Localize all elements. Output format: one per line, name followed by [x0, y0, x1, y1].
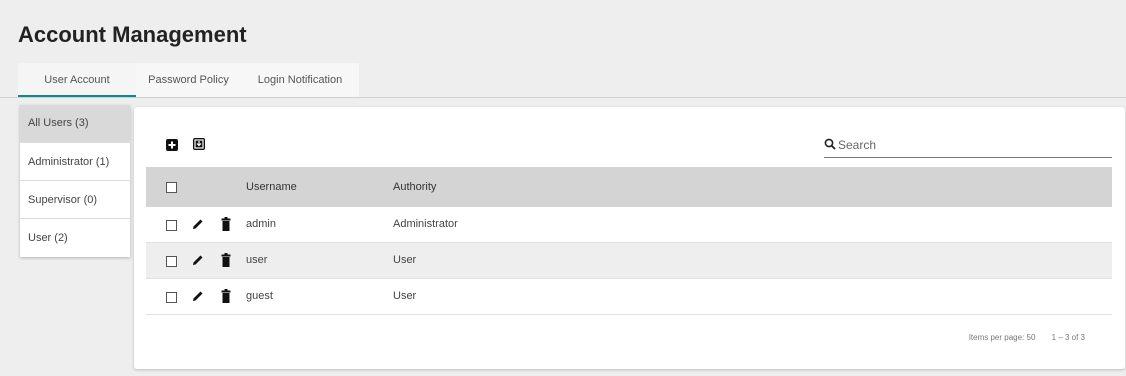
delete-icon[interactable]	[221, 253, 231, 267]
table-header: Username Authority	[146, 167, 1112, 207]
column-header-username[interactable]: Username	[246, 181, 297, 193]
table-row: guest User	[146, 279, 1112, 315]
filter-administrator[interactable]: Administrator (1)	[20, 143, 130, 181]
tab-divider	[0, 97, 1126, 98]
filter-user[interactable]: User (2)	[20, 219, 130, 257]
filter-supervisor[interactable]: Supervisor (0)	[20, 181, 130, 219]
column-header-authority[interactable]: Authority	[393, 181, 436, 193]
page-range: 1 – 3 of 3	[1051, 333, 1085, 342]
tab-bar: User Account Password Policy Login Notif…	[18, 63, 359, 97]
tab-user-account[interactable]: User Account	[18, 63, 136, 97]
tab-password-policy[interactable]: Password Policy	[136, 63, 241, 97]
user-table-card: Username Authority admin Administrator	[134, 107, 1125, 369]
search-icon	[824, 138, 836, 150]
delete-icon[interactable]	[221, 217, 231, 231]
table-row: user User	[146, 243, 1112, 279]
edit-icon[interactable]	[192, 218, 204, 230]
authority-cell: Administrator	[393, 218, 458, 230]
select-all-checkbox[interactable]	[166, 182, 177, 193]
row-checkbox[interactable]	[166, 256, 177, 267]
import-button[interactable]	[193, 138, 205, 150]
table-row: admin Administrator	[146, 207, 1112, 243]
add-box-icon	[168, 141, 176, 149]
import-box-icon	[194, 139, 204, 149]
role-filter-list: All Users (3) Administrator (1) Supervis…	[20, 105, 130, 257]
items-per-page-select[interactable]: Items per page: 50	[969, 333, 1036, 342]
username-cell: guest	[246, 290, 273, 302]
pagination: Items per page: 50 1 – 3 of 3	[969, 333, 1085, 342]
row-checkbox[interactable]	[166, 292, 177, 303]
delete-icon[interactable]	[221, 289, 231, 303]
edit-icon[interactable]	[192, 254, 204, 266]
authority-cell: User	[393, 254, 417, 266]
search-input[interactable]	[838, 135, 1108, 155]
user-table: Username Authority admin Administrator u…	[146, 167, 1112, 315]
username-cell: user	[246, 254, 268, 266]
authority-cell: User	[393, 290, 417, 302]
search-field	[824, 135, 1112, 158]
page-title: Account Management	[18, 22, 247, 47]
edit-icon[interactable]	[192, 290, 204, 302]
filter-all-users[interactable]: All Users (3)	[20, 105, 130, 143]
username-cell: admin	[246, 218, 276, 230]
tab-login-notification[interactable]: Login Notification	[241, 63, 359, 97]
add-user-button[interactable]	[166, 139, 178, 151]
row-checkbox[interactable]	[166, 220, 177, 231]
